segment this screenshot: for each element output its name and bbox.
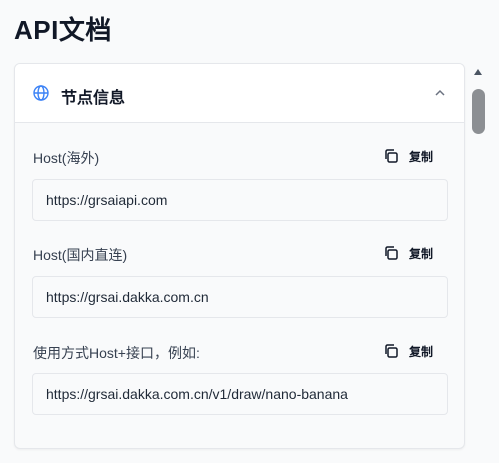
copy-label: 复制 — [409, 149, 434, 164]
node-info-header[interactable]: 节点信息 — [15, 64, 464, 123]
copy-label: 复制 — [409, 246, 434, 261]
host-domestic-label: Host(国内直连) — [33, 247, 128, 263]
host-domestic-field[interactable]: https://grsai.dakka.com.cn — [32, 276, 448, 318]
host-overseas-label: Host(海外) — [33, 150, 100, 166]
usage-example-field[interactable]: https://grsai.dakka.com.cn/v1/draw/nano-… — [32, 373, 448, 415]
page-title: API文档 — [14, 15, 112, 45]
scroll-up-arrow-icon[interactable] — [473, 68, 483, 76]
host-overseas-field[interactable]: https://grsaiapi.com — [32, 179, 448, 221]
copy-usage-example-button[interactable]: 复制 — [383, 340, 433, 362]
copy-host-domestic-button[interactable]: 复制 — [383, 242, 433, 264]
globe-icon — [33, 85, 49, 101]
scrollbar-thumb[interactable] — [472, 89, 485, 134]
usage-example-label: 使用方式Host+接口，例如: — [33, 345, 200, 361]
copy-icon — [385, 246, 398, 260]
node-info-panel: 节点信息 Host(海外) 复制 https://grsaiapi.com Ho… — [14, 63, 465, 449]
copy-label: 复制 — [409, 344, 434, 359]
section-title: 节点信息 — [61, 90, 126, 107]
copy-icon — [385, 344, 398, 358]
chevron-up-icon[interactable] — [434, 88, 446, 98]
copy-host-overseas-button[interactable]: 复制 — [383, 145, 433, 167]
copy-icon — [385, 149, 398, 163]
